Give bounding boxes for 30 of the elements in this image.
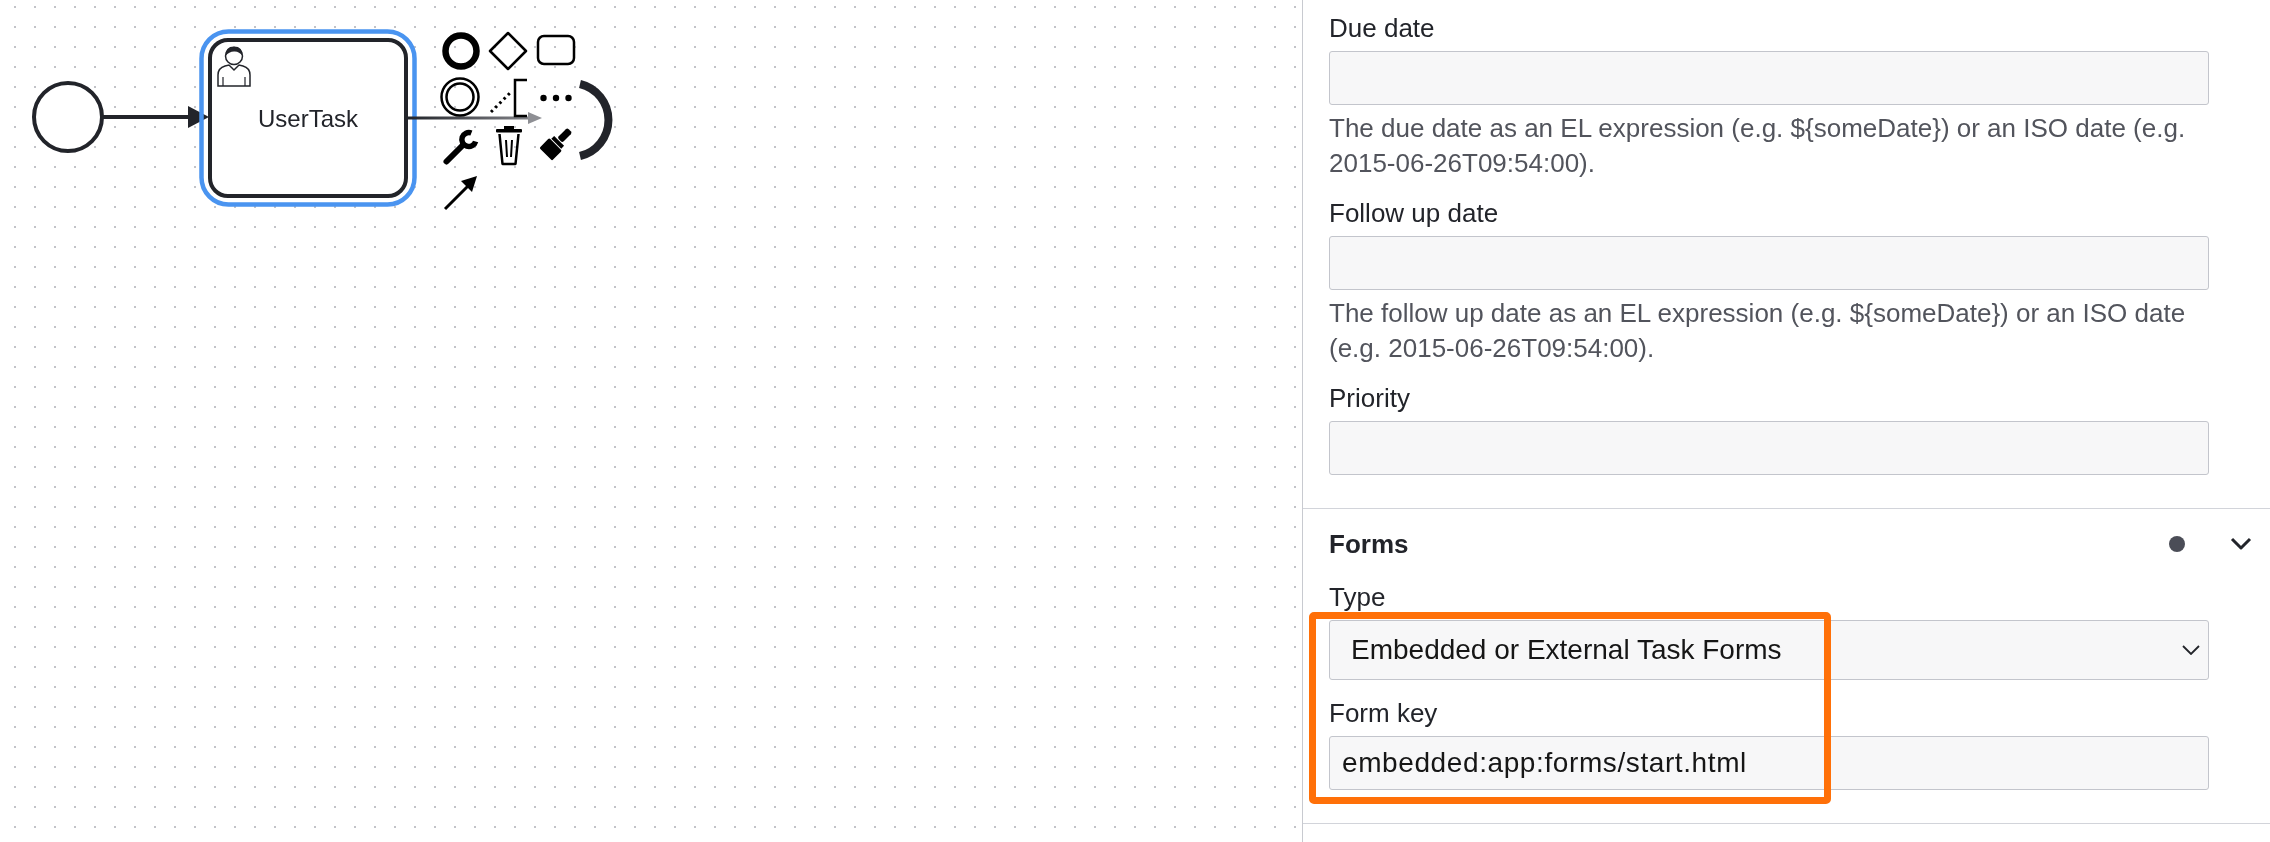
text-field[interactable] — [1329, 236, 2209, 290]
arrow-icon[interactable] — [443, 176, 477, 211]
field-label: Due date — [1329, 13, 1435, 43]
field-description: The follow up date as an EL expression (e.g. ${someDate}) or an ISO date (e.g. 2015-06-26T09:54:00). — [1329, 297, 2187, 365]
ellipsis-icon[interactable] — [540, 94, 572, 102]
paintbrush-icon[interactable] — [539, 127, 573, 161]
start-event-circle — [32, 81, 104, 153]
wrench-icon[interactable] — [443, 129, 479, 165]
chevron-down-icon[interactable] — [2230, 537, 2252, 551]
ring-segment-icon[interactable] — [578, 80, 613, 160]
person-icon — [217, 46, 251, 87]
trash-icon[interactable] — [496, 126, 522, 166]
field-label: Type — [1329, 582, 1386, 612]
field-description: The due date as an EL expression (e.g. ${someDate}) or an ISO date (e.g. 2015-06-26T09:54:00). — [1329, 112, 2187, 180]
bracket-icon[interactable] — [513, 78, 527, 118]
field-label: Follow up date — [1329, 198, 1499, 228]
text-field[interactable]: embedded:app:forms/start.html — [1329, 736, 2209, 790]
diamond-icon[interactable] — [488, 31, 528, 71]
text-field[interactable] — [1329, 421, 2209, 475]
field-label: Priority — [1329, 383, 1410, 413]
double-circle-icon[interactable] — [440, 77, 480, 117]
rounded-rectangle-icon[interactable] — [536, 34, 576, 66]
task-label: UserTask — [258, 104, 358, 132]
text-field[interactable] — [1329, 51, 2209, 105]
field-label: Form key — [1329, 698, 1438, 728]
dotted-line-icon[interactable] — [489, 89, 514, 114]
chevron-down-icon — [2182, 645, 2200, 655]
thick-circle-icon[interactable] — [442, 32, 480, 70]
dropdown[interactable]: Embedded or External Task Forms — [1329, 620, 2209, 680]
section-title[interactable]: Forms — [1329, 529, 2169, 559]
